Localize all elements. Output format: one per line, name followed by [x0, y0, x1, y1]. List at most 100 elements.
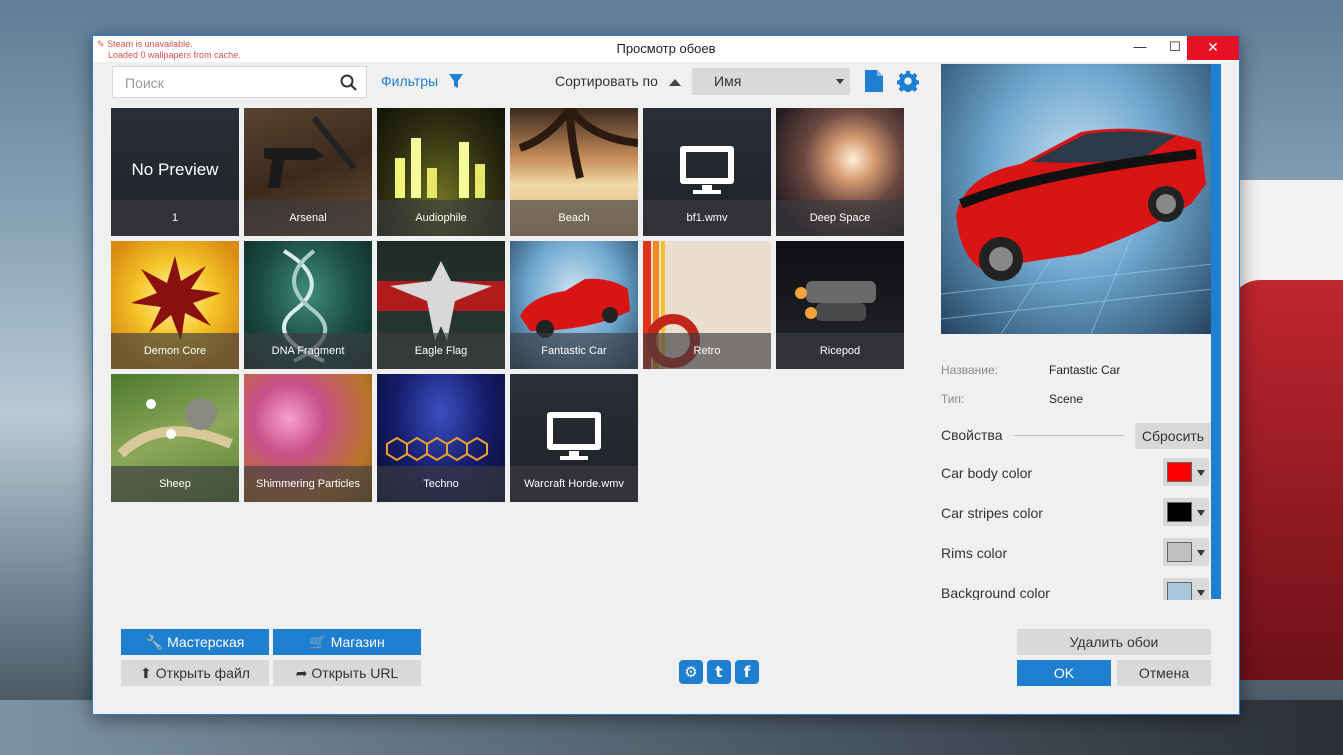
color-swatch	[1167, 542, 1192, 562]
wallpaper-tile-demon-core[interactable]: Demon Core	[111, 241, 239, 369]
facebook-icon[interactable]: f	[735, 660, 759, 684]
wallpaper-tile-beach[interactable]: Beach	[510, 108, 638, 236]
wallpaper-tile-techno[interactable]: Techno	[377, 374, 505, 502]
wallpaper-grid: No Preview 1 Arsenal Audiophile Beach bf…	[111, 108, 911, 508]
twitter-icon[interactable]: t	[707, 660, 731, 684]
color-swatch	[1167, 582, 1192, 600]
details-scrollbar[interactable]	[1211, 64, 1221, 599]
monitor-icon	[547, 412, 601, 450]
open-url-label: Открыть URL	[311, 665, 399, 681]
property-label: Car stripes color	[941, 505, 1043, 521]
wallpaper-name: Beach	[510, 200, 638, 236]
store-label: Магазин	[330, 634, 385, 650]
wallpaper-tile-bf1[interactable]: bf1.wmv	[643, 108, 771, 236]
property-row-background-color: Background color	[941, 578, 1211, 600]
wallpaper-tile-warcraft-horde[interactable]: Warcraft Horde.wmv	[510, 374, 638, 502]
sort-ascending-icon[interactable]	[669, 79, 681, 86]
reset-button[interactable]: Сбросить	[1135, 423, 1211, 449]
workshop-label: Мастерская	[167, 634, 245, 650]
sort-value: Имя	[714, 73, 742, 89]
close-icon: ✕	[1207, 39, 1219, 55]
wallpaper-name: bf1.wmv	[643, 200, 771, 236]
wallpaper-name: DNA Fragment	[244, 333, 372, 369]
properties-divider	[1014, 435, 1124, 436]
wallpaper-name: Eagle Flag	[377, 333, 505, 369]
wallpaper-preview-image	[941, 64, 1213, 334]
chevron-down-icon	[836, 79, 844, 84]
wallpaper-tile-retro[interactable]: Retro	[643, 241, 771, 369]
gear-icon[interactable]	[897, 70, 919, 92]
monitor-base	[693, 190, 721, 194]
wallpaper-tile-audiophile[interactable]: Audiophile	[377, 108, 505, 236]
upload-icon: ⬆	[140, 665, 152, 681]
wallpaper-name: Audiophile	[377, 200, 505, 236]
color-picker[interactable]	[1163, 538, 1209, 566]
name-label: Название:	[941, 363, 998, 377]
wallpaper-tile-shimmering-particles[interactable]: Shimmering Particles	[244, 374, 372, 502]
sort-dropdown[interactable]: Имя	[692, 68, 850, 95]
close-button[interactable]: ✕	[1187, 36, 1239, 60]
open-file-label: Открыть файл	[155, 665, 250, 681]
search-icon[interactable]	[340, 74, 358, 92]
name-value: Fantastic Car	[1049, 363, 1121, 377]
monitor-base	[560, 456, 588, 460]
color-picker[interactable]	[1163, 578, 1209, 600]
search-input[interactable]: Поиск	[112, 66, 367, 98]
color-picker[interactable]	[1163, 498, 1209, 526]
wallpaper-browser-window: ✎ Steam is unavailable. Loaded 0 wallpap…	[92, 35, 1240, 715]
open-url-button[interactable]: ➦ Открыть URL	[273, 660, 421, 686]
cancel-button[interactable]: Отмена	[1117, 660, 1211, 686]
wallpaper-tile-dna-fragment[interactable]: DNA Fragment	[244, 241, 372, 369]
minimize-icon: —	[1133, 39, 1147, 54]
wrench-icon: 🔧	[145, 634, 164, 650]
wallpaper-name: Retro	[643, 333, 771, 369]
ok-button[interactable]: OK	[1017, 660, 1111, 686]
wallpaper-name: Sheep	[111, 466, 239, 502]
property-row-rims-color: Rims color	[941, 538, 1211, 566]
wallpaper-tile-eagle-flag[interactable]: Eagle Flag	[377, 241, 505, 369]
color-swatch	[1167, 462, 1192, 482]
wallpaper-tile-1[interactable]: No Preview 1	[111, 108, 239, 236]
sort-label: Сортировать по	[555, 73, 658, 89]
wallpaper-name: Techno	[377, 466, 505, 502]
search-placeholder: Поиск	[125, 75, 164, 91]
no-preview-text: No Preview	[131, 160, 219, 179]
wallpaper-tile-deep-space[interactable]: Deep Space	[776, 108, 904, 236]
wallpaper-tile-arsenal[interactable]: Arsenal	[244, 108, 372, 236]
property-label: Background color	[941, 585, 1050, 600]
color-picker[interactable]	[1163, 458, 1209, 486]
steam-icon[interactable]: ⚙	[679, 660, 703, 684]
title-bar: ✎ Steam is unavailable. Loaded 0 wallpap…	[93, 36, 1239, 62]
store-button[interactable]: 🛒 Магазин	[273, 629, 421, 655]
workshop-button[interactable]: 🔧 Мастерская	[121, 629, 269, 655]
maximize-icon: ☐	[1169, 39, 1181, 54]
delete-wallpaper-button[interactable]: Удалить обои	[1017, 629, 1211, 655]
color-swatch	[1167, 502, 1192, 522]
chevron-down-icon	[1197, 470, 1205, 476]
wallpaper-name: Ricepod	[776, 333, 904, 369]
wallpaper-tile-sheep[interactable]: Sheep	[111, 374, 239, 502]
wallpaper-name: Shimmering Particles	[244, 466, 372, 502]
wallpaper-name: Deep Space	[776, 200, 904, 236]
property-label: Car body color	[941, 465, 1033, 481]
chevron-down-icon	[1197, 550, 1205, 556]
property-label: Rims color	[941, 545, 1008, 561]
wallpaper-tile-fantastic-car[interactable]: Fantastic Car	[510, 241, 638, 369]
chevron-down-icon	[1197, 510, 1205, 516]
wallpaper-name: Demon Core	[111, 333, 239, 369]
property-row-car-body-color: Car body color	[941, 458, 1211, 486]
property-row-car-stripes-color: Car stripes color	[941, 498, 1211, 526]
filters-link[interactable]: Фильтры	[381, 73, 438, 89]
wallpaper-name: 1	[111, 200, 239, 236]
wallpaper-tile-ricepod[interactable]: Ricepod	[776, 241, 904, 369]
cart-icon: 🛒	[309, 634, 327, 650]
chevron-down-icon	[1197, 590, 1205, 596]
wallpaper-name: Fantastic Car	[510, 333, 638, 369]
file-icon[interactable]	[865, 70, 883, 92]
type-label: Тип:	[941, 392, 965, 406]
window-title: Просмотр обоев	[616, 41, 716, 56]
filter-icon[interactable]	[449, 73, 463, 89]
background-car	[1230, 280, 1343, 680]
open-file-button[interactable]: ⬆ Открыть файл	[121, 660, 269, 686]
share-arrow-icon: ➦	[295, 665, 308, 681]
